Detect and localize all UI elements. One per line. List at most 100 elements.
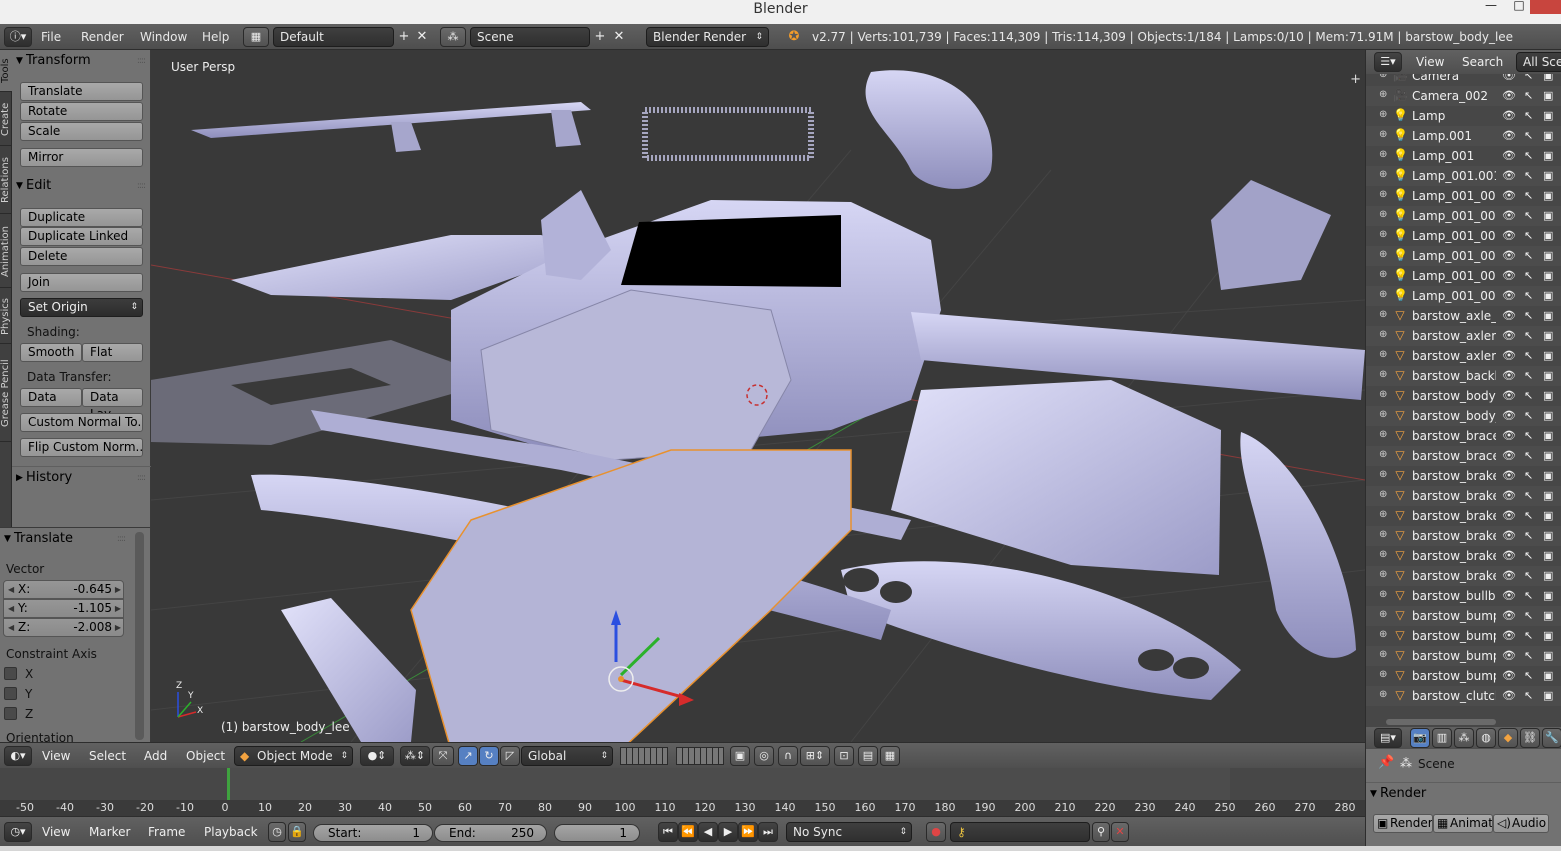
expand-icon[interactable]: ⊕ xyxy=(1379,509,1387,520)
increment-arrow-icon[interactable]: ▶ xyxy=(115,600,121,617)
renderability-camera-icon[interactable]: ▣ xyxy=(1543,74,1553,82)
expand-icon[interactable]: ⊕ xyxy=(1379,669,1387,680)
next-keyframe-icon[interactable]: ⏩ xyxy=(738,822,758,842)
screen-layout-icon[interactable]: ▦ xyxy=(243,27,269,47)
scene-field[interactable]: Scene xyxy=(470,27,590,47)
vector-x-field[interactable]: ◀ X: -0.645 ▶ xyxy=(3,580,124,599)
prev-keyframe-icon[interactable]: ⏪ xyxy=(678,822,698,842)
render-engine-select[interactable]: Blender Render ⇕ xyxy=(646,27,769,47)
visibility-eye-icon[interactable]: 👁 xyxy=(1502,629,1516,642)
visibility-eye-icon[interactable]: 👁 xyxy=(1502,669,1516,682)
lock-layers-icon[interactable]: ▣ xyxy=(730,746,750,766)
visibility-eye-icon[interactable]: 👁 xyxy=(1502,409,1516,422)
drag-grip-icon[interactable]: :::: xyxy=(137,467,146,489)
operator-scrollbar[interactable] xyxy=(135,532,144,740)
selectability-arrow-icon[interactable]: ↖ xyxy=(1524,589,1533,602)
expand-icon[interactable]: ⊕ xyxy=(1379,689,1387,700)
pin-icon[interactable]: 📌 xyxy=(1378,755,1394,770)
tab-create[interactable]: Create xyxy=(0,94,12,146)
renderability-camera-icon[interactable]: ▣ xyxy=(1543,509,1553,522)
keying-set-field[interactable]: ⚷ xyxy=(950,822,1090,842)
outliner-row[interactable]: ⊕ ▽ barstow_bump 👁 ↖ ▣ xyxy=(1366,626,1561,646)
current-frame-field[interactable]: 1 xyxy=(554,824,640,842)
constraint-z-checkbox[interactable] xyxy=(4,707,17,720)
selectability-arrow-icon[interactable]: ↖ xyxy=(1524,669,1533,682)
visibility-eye-icon[interactable]: 👁 xyxy=(1502,149,1516,162)
drag-grip-icon[interactable]: :::: xyxy=(137,175,146,197)
outliner-item-name[interactable]: barstow_axlem xyxy=(1412,349,1496,363)
renderability-camera-icon[interactable]: ▣ xyxy=(1543,449,1553,462)
renderability-camera-icon[interactable]: ▣ xyxy=(1543,89,1553,102)
visibility-eye-icon[interactable]: 👁 xyxy=(1502,369,1516,382)
smooth-shading-button[interactable]: Smooth xyxy=(20,343,82,362)
duplicate-linked-button[interactable]: Duplicate Linked xyxy=(20,227,143,246)
delete-button[interactable]: Delete xyxy=(20,247,143,266)
outliner-item-name[interactable]: barstow_body_ xyxy=(1412,409,1496,423)
visibility-eye-icon[interactable]: 👁 xyxy=(1502,529,1516,542)
render-layers-tab-icon[interactable]: ▥ xyxy=(1432,728,1452,748)
selectability-arrow-icon[interactable]: ↖ xyxy=(1524,409,1533,422)
outliner-item-name[interactable]: barstow_brake xyxy=(1412,529,1496,543)
renderability-camera-icon[interactable]: ▣ xyxy=(1543,149,1553,162)
increment-arrow-icon[interactable]: ▶ xyxy=(115,619,121,636)
outliner-scrollbar[interactable] xyxy=(1365,717,1561,727)
outliner-item-name[interactable]: barstow_axle_F xyxy=(1412,309,1496,323)
renderability-camera-icon[interactable]: ▣ xyxy=(1543,549,1553,562)
outliner-row[interactable]: ⊕ ▽ barstow_axlem 👁 ↖ ▣ xyxy=(1366,346,1561,366)
expand-icon[interactable]: ⊕ xyxy=(1379,249,1387,260)
render-tab-icon[interactable]: 📷 xyxy=(1410,728,1430,748)
drag-grip-icon[interactable]: :::: xyxy=(137,50,146,72)
expand-icon[interactable]: ⊕ xyxy=(1379,229,1387,240)
menu-help[interactable]: Help xyxy=(202,29,229,45)
renderability-camera-icon[interactable]: ▣ xyxy=(1543,569,1553,582)
renderability-camera-icon[interactable]: ▣ xyxy=(1543,529,1553,542)
selectability-arrow-icon[interactable]: ↖ xyxy=(1524,569,1533,582)
play-reverse-icon[interactable]: ◀ xyxy=(698,822,718,842)
visibility-eye-icon[interactable]: 👁 xyxy=(1502,89,1516,102)
outliner-menu-view[interactable]: View xyxy=(1416,55,1444,69)
outliner-item-name[interactable]: barstow_body xyxy=(1412,389,1496,403)
expand-icon[interactable]: ⊕ xyxy=(1379,389,1387,400)
render-preview-icon[interactable]: ▤ xyxy=(858,746,878,766)
visibility-eye-icon[interactable]: 👁 xyxy=(1502,569,1516,582)
transform-orientation-select[interactable]: Global ⇕ xyxy=(521,746,613,766)
snap-toggle-icon[interactable]: ∩ xyxy=(778,746,798,766)
rotate-manipulator-icon[interactable]: ↻ xyxy=(479,746,499,766)
screen-layout-field[interactable]: Default xyxy=(273,27,394,47)
viewport-add-region-icon[interactable]: + xyxy=(1350,72,1361,87)
duplicate-button[interactable]: Duplicate xyxy=(20,208,143,227)
outliner-row[interactable]: ⊕ ▽ barstow_body_ 👁 ↖ ▣ xyxy=(1366,406,1561,426)
menu-render[interactable]: Render xyxy=(81,29,124,45)
outliner-row[interactable]: ⊕ ▽ barstow_bump 👁 ↖ ▣ xyxy=(1366,666,1561,686)
add-scene-icon[interactable]: + xyxy=(592,29,608,45)
outliner-row[interactable]: ⊕ ▽ barstow_bump 👁 ↖ ▣ xyxy=(1366,606,1561,626)
selectability-arrow-icon[interactable]: ↖ xyxy=(1524,629,1533,642)
outliner-row[interactable]: ⊕ ▽ barstow_bullba 👁 ↖ ▣ xyxy=(1366,586,1561,606)
visibility-eye-icon[interactable]: 👁 xyxy=(1502,589,1516,602)
outliner-item-name[interactable]: Camera_002 xyxy=(1412,89,1496,103)
flip-custom-normals-button[interactable]: Flip Custom Norm... xyxy=(20,438,143,457)
outliner-row[interactable]: ⊕ 💡 Lamp_001.001 👁 ↖ ▣ xyxy=(1366,166,1561,186)
renderability-camera-icon[interactable]: ▣ xyxy=(1543,589,1553,602)
expand-icon[interactable]: ⊕ xyxy=(1379,129,1387,140)
tab-physics[interactable]: Physics xyxy=(0,290,12,344)
outliner-display-mode-select[interactable]: All Sce xyxy=(1516,52,1561,72)
outliner-item-name[interactable]: Lamp_001_001 xyxy=(1412,209,1496,223)
visibility-eye-icon[interactable]: 👁 xyxy=(1502,429,1516,442)
outliner-item-name[interactable]: Lamp xyxy=(1412,109,1496,123)
jump-end-icon[interactable]: ⏭ xyxy=(758,822,778,842)
outliner-item-name[interactable]: Lamp_001_001 xyxy=(1412,269,1496,283)
set-origin-select[interactable]: Set Origin ⇕ xyxy=(20,298,143,317)
renderability-camera-icon[interactable]: ▣ xyxy=(1543,649,1553,662)
selectability-arrow-icon[interactable]: ↖ xyxy=(1524,289,1533,302)
layer-buttons-1[interactable] xyxy=(620,747,668,765)
outliner-row[interactable]: ⊕ ▽ barstow_axle_F 👁 ↖ ▣ xyxy=(1366,306,1561,326)
selectability-arrow-icon[interactable]: ↖ xyxy=(1524,609,1533,622)
outliner-item-name[interactable]: barstow_backli xyxy=(1412,369,1496,383)
visibility-eye-icon[interactable]: 👁 xyxy=(1502,349,1516,362)
expand-icon[interactable]: ⊕ xyxy=(1379,649,1387,660)
tab-tools[interactable]: Tools xyxy=(0,50,12,92)
expand-icon[interactable]: ⊕ xyxy=(1379,329,1387,340)
renderability-camera-icon[interactable]: ▣ xyxy=(1543,389,1553,402)
layer-buttons-2[interactable] xyxy=(676,747,724,765)
